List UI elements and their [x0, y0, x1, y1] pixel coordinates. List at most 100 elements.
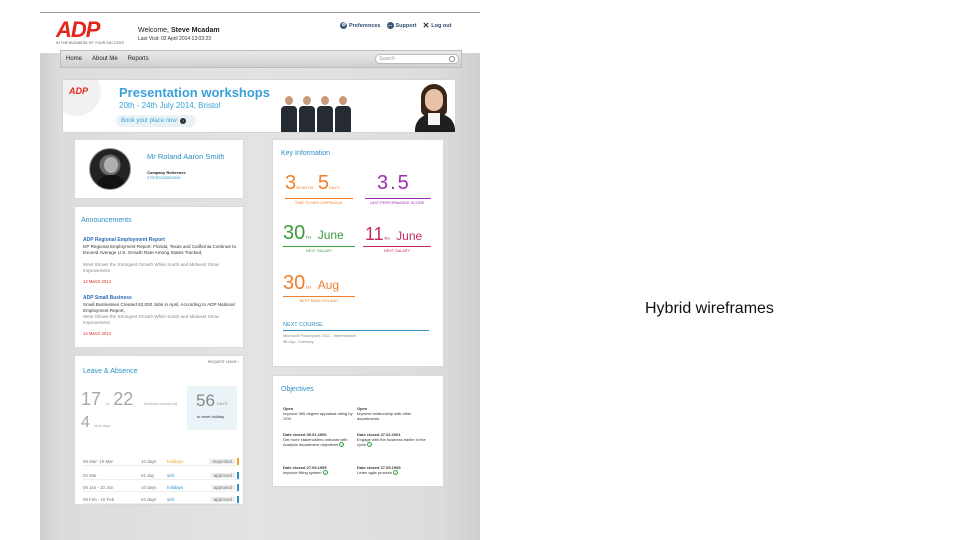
announcement-subtext: West Shows the Strongest Growth While So…: [83, 314, 220, 325]
key-information-card: Key Information 3MONTHS 5DAYS TIME TO NE…: [272, 139, 444, 367]
appraisal-underline: [285, 198, 353, 199]
logout-label: Log out: [431, 22, 452, 29]
announcement-text: Small Businesses Created 82,000 Jobs in …: [83, 302, 235, 313]
banner-person-image: [281, 96, 297, 132]
banner-person-image: [317, 96, 333, 132]
performance-score: 3.5: [377, 172, 411, 194]
objective-item[interactable]: Date closed 27.09.1999 Improve filling s…: [283, 465, 353, 476]
reset-days-unit: DAYS: [217, 401, 228, 406]
sick-summary: 4 sick days: [81, 414, 111, 432]
profile-card: Mr Roland Aaron Smith Company Reference …: [74, 139, 244, 199]
salary-caption: NEXT SALARY: [305, 249, 333, 253]
preferences-link[interactable]: ⚙ Preferences: [340, 22, 381, 29]
leave-absence-card: REQUEST LEAVE › Leave & Absence 17 of 22…: [74, 355, 244, 505]
score-caption: LAST PERFORMANCE SCORE: [369, 201, 425, 205]
leave-dates: 06 Mar- 10 Mar: [83, 459, 114, 464]
holiday-summary: 17 of 22 holidays remaining: [81, 389, 177, 410]
request-leave-link[interactable]: REQUEST LEAVE ›: [208, 360, 239, 364]
check-icon: ✓: [367, 442, 373, 448]
next-salary-value-alt: 11TH June: [365, 224, 422, 245]
check-icon: ✓: [322, 470, 328, 476]
header-links: ⚙ Preferences … Support ✕ Log out: [340, 21, 451, 30]
leave-row[interactable]: 06 Feb - 10 Feb 04 days sick approved: [83, 496, 239, 504]
objective-item[interactable]: Date closed 27.02.2001 Engage with the b…: [357, 432, 427, 448]
holiday-caption: NEXT BANK HOLIDAY: [299, 299, 339, 303]
appraisal-days: 5: [317, 172, 330, 194]
objective-item[interactable]: Date closed 27.05.1999 Learn agile proce…: [357, 465, 427, 476]
check-icon: ✓: [339, 442, 345, 448]
avatar[interactable]: [89, 148, 131, 190]
banner-woman-image: [413, 84, 455, 132]
objectives-card: Objectives Open Improve 360 degree appra…: [272, 375, 444, 487]
announcement-date: 14 March 2014: [83, 331, 111, 336]
support-label: Support: [395, 22, 417, 29]
objective-item[interactable]: Open Improve 360 degree appraisal rating…: [283, 406, 353, 421]
announcement-date: 12 March 2014: [83, 279, 111, 284]
search-icon[interactable]: [449, 56, 455, 62]
holidays-taken: 17: [81, 389, 102, 409]
score-underline: [365, 198, 431, 199]
nav-about-me[interactable]: About Me: [87, 56, 123, 62]
last-visit: Last Visit: 02 April 2014 13:03:23: [138, 36, 212, 42]
logout-link[interactable]: ✕ Log out: [423, 21, 452, 30]
promo-banner[interactable]: ADP Presentation workshops 20th - 24th J…: [62, 79, 456, 133]
salary-underline-alt: [363, 246, 431, 247]
adp-logo[interactable]: ADP IN THE BUSINESS OF YOUR SUCCESS: [56, 19, 124, 49]
leave-type: sick: [167, 473, 175, 478]
objective-item[interactable]: Date closed 09.01.2000 Get more stakehol…: [283, 432, 353, 448]
objective-text: Improve relationship with other departme…: [357, 411, 412, 421]
next-salary-value: 30TH June: [283, 222, 344, 245]
close-icon: ✕: [422, 21, 430, 30]
leave-type: holidays: [167, 459, 184, 464]
announcement-heading[interactable]: ADP Small Business: [83, 295, 132, 301]
objective-text: Improve filling system: [283, 470, 322, 475]
nav-reports[interactable]: Reports: [123, 56, 154, 62]
objective-text: Learn agile process: [357, 470, 392, 475]
announcement-heading[interactable]: ADP Regional Employment Report: [83, 237, 165, 243]
holidays-remaining-label: holidays remaining: [143, 401, 178, 406]
leave-type: holidays: [167, 485, 184, 490]
next-bank-holiday-value: 30TH Aug: [283, 272, 339, 295]
appraisal-caption: TIME TO NEXT APPRAISAL: [294, 201, 344, 205]
leave-row[interactable]: 06 Mar- 10 Mar 10 days holidays requeste…: [83, 458, 239, 466]
salary-day: 11: [365, 224, 384, 244]
leave-status: approved: [210, 473, 235, 478]
salary-month: June: [396, 229, 423, 243]
leave-title: Leave & Absence: [83, 368, 138, 375]
holiday-day: 30: [283, 272, 306, 294]
objective-text: Get more stakeholders onboard with Analy…: [283, 437, 348, 447]
salary-suffix: TH: [305, 235, 312, 240]
arrow-right-icon: ›: [180, 118, 187, 124]
check-icon: ✓: [393, 470, 399, 476]
leave-dates: 02 Mar: [83, 473, 97, 478]
announcement-subtext: West Shows the Strongest Growth While So…: [83, 262, 220, 273]
objective-item[interactable]: Open Improve relationship with other dep…: [357, 406, 427, 421]
welcome-prefix: Welcome,: [138, 27, 169, 34]
holiday-underline: [283, 296, 355, 297]
banner-person-image: [335, 96, 351, 132]
holidays-total: 22: [113, 389, 134, 409]
leave-row[interactable]: 06 Jan - 10 Jan 10 days holidays approve…: [83, 484, 239, 492]
next-course-name[interactable]: Microsoft Powerpoint 2011 - Intermediate: [283, 333, 356, 338]
leave-type: sick: [167, 497, 175, 502]
leave-days: 10 days: [141, 459, 157, 464]
status-indicator: [237, 472, 239, 479]
salary-month: June: [317, 228, 344, 242]
logo-tagline: IN THE BUSINESS OF YOUR SUCCESS: [56, 41, 124, 45]
reset-days-count: 56: [196, 391, 215, 410]
book-place-label: Book your place now: [121, 118, 177, 124]
salary-caption-alt: NEXT SALARY: [383, 249, 411, 253]
nav-home[interactable]: Home: [61, 56, 87, 62]
leave-row[interactable]: 02 Mar 01 day sick approved: [83, 472, 239, 480]
salary-underline: [283, 246, 355, 247]
announcement-text: DP Regional Employment Report: Florida, …: [83, 244, 237, 255]
book-place-button[interactable]: Book your place now ›: [116, 115, 196, 127]
announcements-card: Announcements ADP Regional Employment Re…: [74, 206, 244, 348]
support-link[interactable]: … Support: [386, 22, 417, 29]
gear-icon: ⚙: [340, 22, 347, 29]
leave-status: approved: [210, 485, 235, 490]
user-name: Steve Mcadam: [170, 27, 220, 34]
reset-holiday-label: to reset holiday: [197, 414, 225, 419]
search-input[interactable]: Search: [375, 54, 459, 64]
banner-logo-circle: [63, 80, 101, 116]
